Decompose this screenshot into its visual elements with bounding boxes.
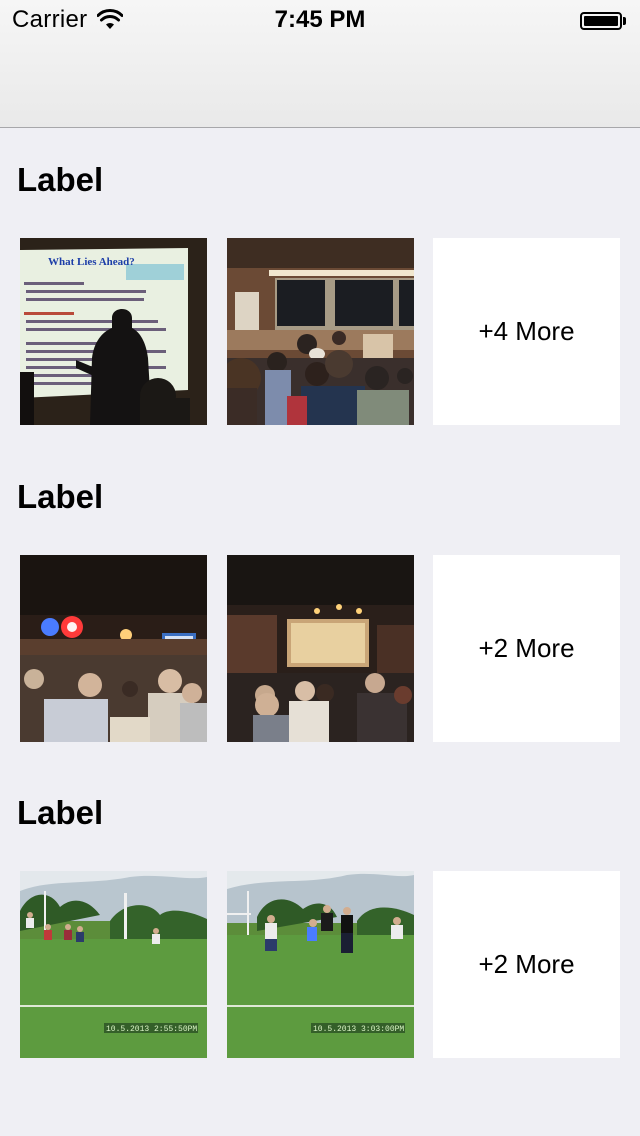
photo-thumbnail-bar-screen[interactable] <box>227 555 414 742</box>
photo-thumbnail-bar-crowd[interactable] <box>20 555 207 742</box>
section-title: Label <box>17 794 104 831</box>
slide-title-text: What Lies Ahead? <box>48 256 135 268</box>
photo-row: 10.5.2013 2:55:50PM 10.5.2013 3:03:00PM … <box>20 871 620 1058</box>
battery-icon <box>580 11 628 31</box>
photo-thumbnail-presentation[interactable]: What Lies Ahead? <box>20 238 207 425</box>
photo-timestamp: 10.5.2013 2:55:50PM <box>106 1025 197 1034</box>
section-title: Label <box>17 478 104 515</box>
status-bar: Carrier 7:45 PM <box>0 0 640 40</box>
more-photos-button[interactable]: +4 More <box>433 238 620 425</box>
photo-thumbnail-lecture-hall[interactable] <box>227 238 414 425</box>
status-time: 7:45 PM <box>274 6 366 33</box>
photo-thumbnail-field-game-2[interactable]: 10.5.2013 3:03:00PM <box>227 871 414 1058</box>
more-photos-button[interactable]: +2 More <box>433 871 620 1058</box>
photo-row: What Lies Ahead? +4 More <box>20 238 620 425</box>
more-photos-button[interactable]: +2 More <box>433 555 620 742</box>
photo-thumbnail-field-game-1[interactable]: 10.5.2013 2:55:50PM <box>20 871 207 1058</box>
photo-row: +2 More <box>20 555 620 742</box>
section-title: Label <box>17 161 104 198</box>
photo-timestamp: 10.5.2013 3:03:00PM <box>313 1025 404 1034</box>
